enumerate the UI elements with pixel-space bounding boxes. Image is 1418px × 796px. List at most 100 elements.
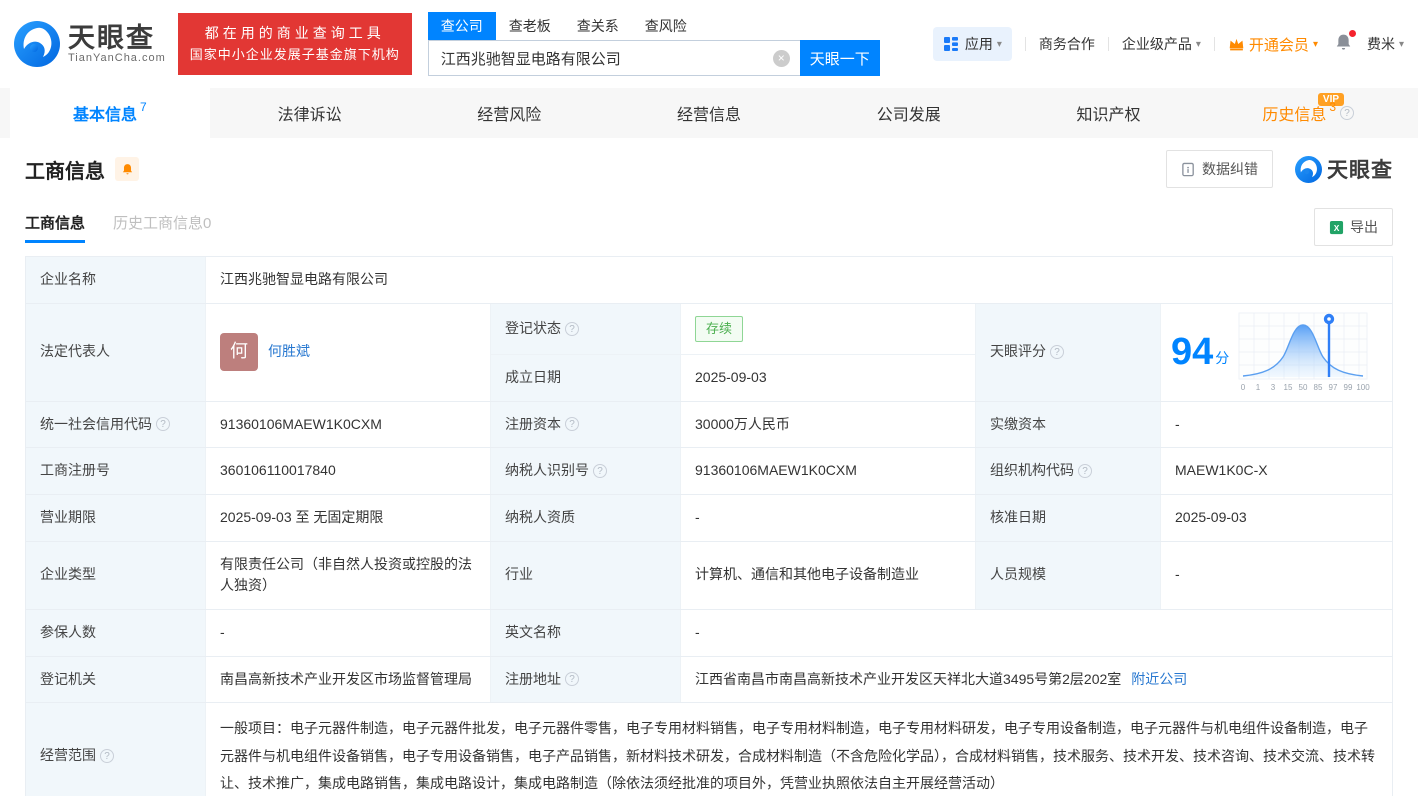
- business-scope-label-cell: 经营范围 ?: [26, 703, 206, 796]
- cooperation-label: 商务合作: [1038, 36, 1095, 52]
- reg-number-value: 360106110017840: [206, 448, 491, 494]
- help-icon[interactable]: ?: [565, 672, 579, 687]
- business-scope-label: 经营范围: [40, 747, 96, 764]
- tab-count: 3: [1329, 100, 1337, 114]
- tab-label: 经营风险: [477, 107, 542, 124]
- help-icon[interactable]: ?: [565, 417, 579, 432]
- reg-address-cell: 江西省南昌市南昌高新技术产业开发区天祥北大道3495号第2层202室 附近公司: [681, 656, 1392, 703]
- company-detail-tabs: 基本信息 7 法律诉讼 经营风险 经营信息 公司发展 知识产权 VIP 历史信息…: [0, 88, 1418, 138]
- reg-authority-label: 登记机关: [26, 656, 206, 703]
- company-name-value: 江西兆驰智显电路有限公司: [206, 257, 1392, 303]
- org-code-label: 组织机构代码: [990, 462, 1074, 479]
- chevron-down-icon: ▾: [1312, 38, 1318, 50]
- help-icon[interactable]: ?: [565, 321, 579, 336]
- help-icon[interactable]: ?: [1340, 106, 1355, 120]
- credit-code-value: 91360106MAEW1K0CXM: [206, 401, 491, 448]
- tab-label: 经营信息: [677, 107, 742, 124]
- chevron-down-icon: ▾: [1398, 38, 1404, 50]
- monitor-bell-button[interactable]: [115, 157, 139, 181]
- export-button[interactable]: X 导出: [1314, 208, 1393, 246]
- approval-date-label: 核准日期: [976, 494, 1161, 541]
- help-icon[interactable]: ?: [100, 749, 114, 764]
- tab-legal-litigation[interactable]: 法律诉讼: [210, 88, 410, 138]
- table-row: 企业类型 有限责任公司（非自然人投资或控股的法人独资） 行业 计算机、通信和其他…: [26, 541, 1392, 610]
- notification-dot: [1348, 30, 1356, 37]
- search-input-box: ×: [427, 40, 800, 76]
- svg-text:100: 100: [1357, 383, 1371, 392]
- legal-rep-cell: 何 何胜斌: [206, 303, 491, 401]
- chevron-down-icon: ▾: [1195, 38, 1201, 50]
- subtab-business-info[interactable]: 工商信息: [25, 212, 86, 243]
- nav-cooperation[interactable]: 商务合作: [1039, 34, 1095, 54]
- tab-label: 基本信息: [73, 107, 138, 124]
- table-row: 参保人数 - 英文名称 -: [26, 609, 1392, 657]
- status-date-column: 登记状态 ? 存续 成立日期 2025-09-03: [491, 303, 976, 401]
- export-label: 导出: [1350, 219, 1378, 235]
- help-icon[interactable]: ?: [1050, 345, 1064, 360]
- apps-menu[interactable]: 应用 ▾: [932, 27, 1012, 61]
- correction-label: 数据纠错: [1202, 161, 1258, 177]
- nav-enterprise-products[interactable]: 企业级产品 ▾: [1122, 34, 1201, 54]
- tab-intellectual-property[interactable]: 知识产权: [1009, 88, 1209, 138]
- english-name-value: -: [681, 609, 1392, 656]
- search-tabs: 查公司 查老板 查关系 查风险: [427, 12, 880, 40]
- crown-icon: [1229, 38, 1244, 51]
- correction-icon: [1181, 162, 1196, 177]
- search-tab-relation[interactable]: 查关系: [564, 12, 632, 40]
- score-label: 天眼评分: [990, 343, 1046, 360]
- search-tab-boss[interactable]: 查老板: [496, 12, 564, 40]
- search-tab-company[interactable]: 查公司: [427, 12, 496, 40]
- tab-label: 历史信息: [1262, 107, 1327, 124]
- org-code-value: MAEW1K0C-X: [1161, 448, 1392, 494]
- search-tab-risk[interactable]: 查风险: [632, 12, 700, 40]
- table-row: 统一社会信用代码 ? 91360106MAEW1K0CXM 注册资本 ? 300…: [26, 401, 1392, 449]
- help-icon[interactable]: ?: [593, 464, 607, 479]
- chevron-down-icon: ▾: [996, 38, 1002, 50]
- reg-capital-value: 30000万人民币: [681, 401, 976, 448]
- section-title: 工商信息: [25, 160, 105, 183]
- slogan-banner: 都在用的商业查询工具 国家中小企业发展子基金旗下机构: [177, 13, 412, 75]
- subtab-history-business-info[interactable]: 历史工商信息0: [113, 212, 211, 243]
- reg-address-label-cell: 注册地址 ?: [491, 656, 681, 703]
- table-row: 法定代表人 何 何胜斌 登记状态 ? 存续 成立日期 2025-09-03 天眼…: [26, 303, 1392, 402]
- business-info-table: 企业名称 江西兆驰智显电路有限公司 法定代表人 何 何胜斌 登记状态 ? 存续: [25, 256, 1393, 796]
- help-icon[interactable]: ?: [1078, 464, 1092, 479]
- tab-label: 知识产权: [1076, 107, 1141, 124]
- tab-business-info[interactable]: 经营信息: [609, 88, 809, 138]
- score-distribution-chart[interactable]: 0 1 3 15 50 85 97 99 100: [1237, 311, 1371, 393]
- credit-code-label: 统一社会信用代码: [40, 415, 152, 432]
- tab-label: 公司发展: [876, 107, 941, 124]
- tab-basic-info[interactable]: 基本信息 7: [10, 88, 210, 138]
- table-row: 工商注册号 360106110017840 纳税人识别号 ? 91360106M…: [26, 448, 1392, 495]
- org-code-label-cell: 组织机构代码 ?: [976, 448, 1161, 494]
- notifications-bell[interactable]: [1334, 30, 1356, 55]
- tianyancha-logo[interactable]: 天眼查 TianYanCha.com: [14, 21, 166, 67]
- insured-count-label: 参保人数: [26, 609, 206, 656]
- reg-capital-label: 注册资本: [505, 415, 561, 432]
- tab-history-info[interactable]: VIP 历史信息 3 ?: [1208, 88, 1408, 138]
- svg-text:X: X: [1334, 222, 1340, 232]
- search-button[interactable]: 天眼一下: [799, 40, 880, 76]
- english-name-label: 英文名称: [491, 609, 681, 656]
- help-icon[interactable]: ?: [156, 417, 170, 432]
- tab-company-development[interactable]: 公司发展: [809, 88, 1009, 138]
- data-correction-button[interactable]: 数据纠错: [1166, 150, 1273, 188]
- reg-address-label: 注册地址: [505, 670, 561, 687]
- chart-axis-ticks: 0 1 3 15 50 85 97 99 100: [1241, 383, 1370, 392]
- staff-size-label: 人员规模: [976, 541, 1161, 609]
- nearby-companies-link[interactable]: 附近公司: [1131, 669, 1187, 691]
- table-row: 登记机关 南昌高新技术产业开发区市场监督管理局 注册地址 ? 江西省南昌市南昌高…: [26, 656, 1392, 704]
- slogan-line2: 国家中小企业发展子基金旗下机构: [189, 47, 400, 62]
- search-input[interactable]: [428, 41, 800, 75]
- approval-date-value: 2025-09-03: [1161, 494, 1392, 541]
- tab-business-risk[interactable]: 经营风险: [409, 88, 609, 138]
- user-menu[interactable]: 费米 ▾: [1367, 34, 1404, 54]
- avatar[interactable]: 何: [220, 333, 258, 372]
- tianyancha-logo-icon: [1295, 155, 1322, 183]
- score-cell: 94 分 0 1 3 15 50 85 97 99 100: [1161, 303, 1392, 401]
- tab-count: 7: [140, 100, 147, 114]
- legal-rep-link[interactable]: 何胜斌: [268, 341, 310, 363]
- clear-icon[interactable]: ×: [772, 49, 790, 67]
- svg-text:1: 1: [1256, 383, 1261, 392]
- open-vip-menu[interactable]: 开通会员 ▾: [1228, 34, 1318, 55]
